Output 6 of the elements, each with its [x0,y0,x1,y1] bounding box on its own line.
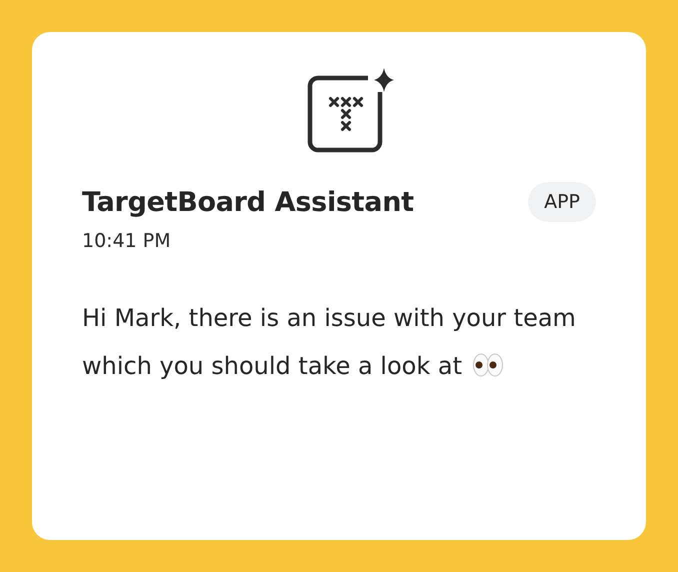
message-time: 10:41 PM [82,230,172,252]
sender-name: TargetBoard Assistant [82,186,414,218]
message-text: Hi Mark, there is an issue with your team which you should take a look at [82,303,577,382]
logo-icon [306,68,396,154]
eyes-icon [472,353,504,377]
app-badge: APP [528,182,596,222]
